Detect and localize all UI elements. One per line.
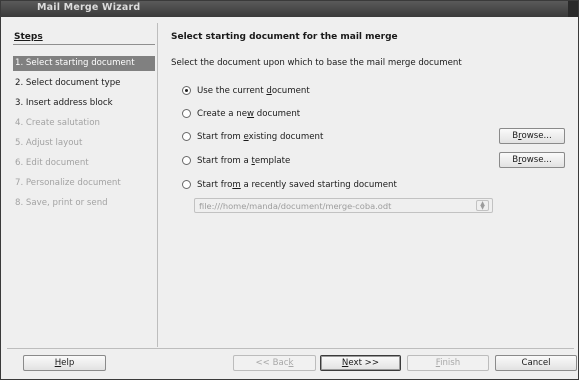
- footer-divider: [7, 348, 574, 349]
- step-create-salutation: 4. Create salutation: [15, 118, 100, 128]
- back-button: << Back: [233, 355, 316, 371]
- mail-merge-wizard-window: Mail Merge Wizard Steps 1. Select starti…: [0, 0, 579, 380]
- step-select-document-type[interactable]: 2. Select document type: [13, 76, 155, 91]
- browse-existing-button[interactable]: Browse...: [499, 128, 565, 144]
- radio-start-template[interactable]: [182, 156, 191, 165]
- browse-template-button[interactable]: Browse...: [499, 152, 565, 168]
- cancel-button[interactable]: Cancel: [495, 355, 577, 371]
- finish-button: Finish: [407, 355, 489, 371]
- steps-divider: [13, 44, 155, 45]
- title-bar-corner: [568, 1, 578, 17]
- step-edit-document: 6. Edit document: [15, 158, 89, 168]
- next-button[interactable]: Next >>: [320, 355, 401, 371]
- title-bar[interactable]: Mail Merge Wizard: [1, 1, 578, 17]
- page-heading: Select starting document for the mail me…: [171, 32, 398, 42]
- step-insert-address-block[interactable]: 3. Insert address block: [13, 96, 155, 111]
- step-adjust-layout: 5. Adjust layout: [15, 138, 83, 148]
- radio-use-current[interactable]: [182, 86, 191, 95]
- radio-label-start-existing: Start from existing document: [197, 132, 324, 142]
- up-down-spin-icon: ▲ ▼: [476, 200, 489, 211]
- page-description: Select the document upon which to base t…: [171, 58, 462, 68]
- radio-start-existing[interactable]: [182, 132, 191, 141]
- radio-label-start-template: Start from a template: [197, 156, 291, 166]
- help-button[interactable]: Help: [23, 355, 106, 371]
- step-select-starting-document[interactable]: 1. Select starting document: [13, 56, 155, 71]
- steps-pane: Steps 1. Select starting document 2. Sel…: [7, 23, 158, 347]
- radio-label-start-recent: Start from a recently saved starting doc…: [197, 180, 397, 190]
- radio-label-use-current: Use the current document: [197, 86, 310, 96]
- window-title: Mail Merge Wizard: [37, 2, 141, 13]
- radio-label-create-new: Create a new document: [197, 109, 301, 119]
- step-save-print-send: 8. Save, print or send: [15, 198, 108, 208]
- radio-start-recent[interactable]: [182, 180, 191, 189]
- recent-document-select: file:///home/manda/document/merge-coba.o…: [194, 198, 493, 213]
- recent-document-value: file:///home/manda/document/merge-coba.o…: [199, 201, 392, 211]
- radio-create-new[interactable]: [182, 109, 191, 118]
- steps-heading: Steps: [14, 32, 43, 42]
- step-personalize-document: 7. Personalize document: [15, 178, 121, 188]
